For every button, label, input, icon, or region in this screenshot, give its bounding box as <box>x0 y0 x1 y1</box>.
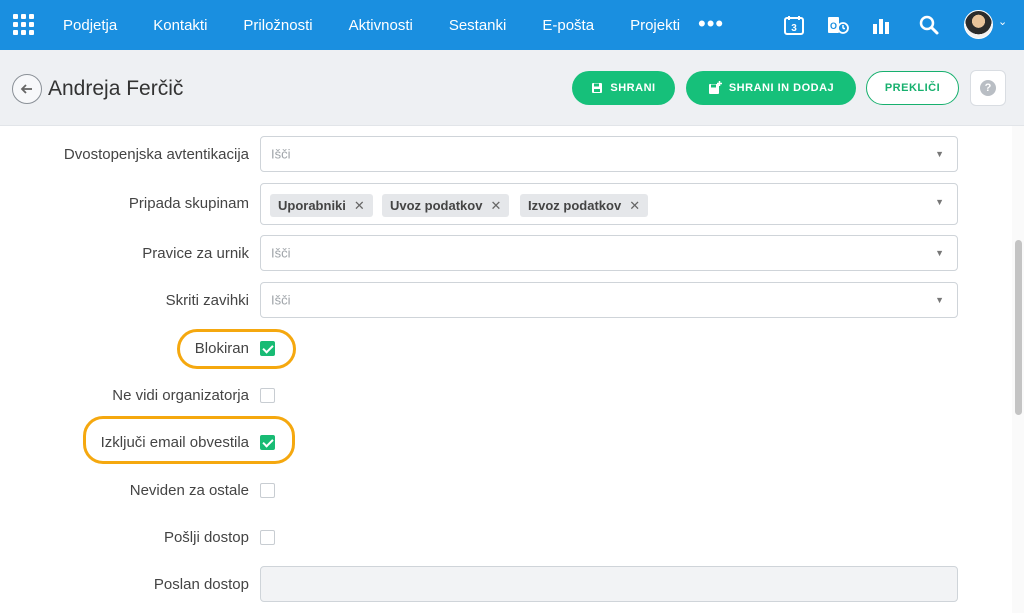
schedule-rights-label: Pravice za urnik <box>142 245 249 262</box>
svg-text:O: O <box>830 21 837 31</box>
disable-email-label: Izključi email obvestila <box>100 434 249 451</box>
chevron-down-icon[interactable]: ⌄ <box>998 15 1007 28</box>
remove-tag-icon[interactable]: ✕ <box>490 198 501 214</box>
cancel-label: PREKLIČI <box>884 82 941 94</box>
nav-menu: Podjetja Kontakti Priložnosti Aktivnosti… <box>63 0 716 50</box>
dropdown-arrow-icon: ▼ <box>935 295 944 305</box>
two-factor-placeholder: Išči <box>271 146 291 162</box>
group-tag-label: Uvoz podatkov <box>390 198 483 213</box>
nav-item-priloznosti[interactable]: Priložnosti <box>243 17 312 34</box>
calendar-icon[interactable]: 3 <box>782 13 806 37</box>
invisible-label: Neviden za ostale <box>129 482 249 499</box>
group-tag-uporabniki: Uporabniki ✕ <box>270 194 373 217</box>
save-label: SHRANI <box>610 82 656 94</box>
schedule-rights-select[interactable]: Išči ▼ <box>260 235 958 271</box>
group-tag-izvoz-podatkov: Izvoz podatkov ✕ <box>520 194 649 217</box>
send-access-checkbox[interactable] <box>260 530 275 545</box>
two-factor-label: Dvostopenjska avtentikacija <box>63 146 249 163</box>
hide-organizer-label: Ne vidi organizatorja <box>112 387 249 404</box>
access-sent-field <box>260 566 958 602</box>
nav-item-sestanki[interactable]: Sestanki <box>449 17 507 34</box>
hidden-tabs-label: Skriti zavihki <box>165 292 249 309</box>
two-factor-select[interactable]: Išči ▼ <box>260 136 958 172</box>
disable-email-checkbox[interactable] <box>260 435 275 450</box>
svg-text:3: 3 <box>791 23 797 34</box>
access-sent-label: Poslan dostop <box>153 576 249 593</box>
apps-grid-icon[interactable] <box>13 14 34 35</box>
help-icon: ? <box>980 80 996 96</box>
hide-organizer-checkbox[interactable] <box>260 388 275 403</box>
save-and-add-label: SHRANI IN DODAJ <box>728 82 835 94</box>
remove-tag-icon[interactable]: ✕ <box>354 198 365 214</box>
scrollbar-thumb[interactable] <box>1015 240 1022 415</box>
group-tag-uvoz-podatkov: Uvoz podatkov ✕ <box>382 194 510 217</box>
hidden-tabs-placeholder: Išči <box>271 292 291 308</box>
save-and-add-button[interactable]: SHRANI IN DODAJ <box>686 71 856 105</box>
nav-item-aktivnosti[interactable]: Aktivnosti <box>349 17 413 34</box>
search-icon[interactable] <box>917 13 941 37</box>
top-navigation: Podjetja Kontakti Priložnosti Aktivnosti… <box>0 0 1024 50</box>
groups-multiselect[interactable]: Uporabniki ✕ Uvoz podatkov ✕ Izvoz podat… <box>260 183 958 225</box>
hidden-tabs-select[interactable]: Išči ▼ <box>260 282 958 318</box>
outlook-sync-icon[interactable]: O <box>826 13 850 37</box>
save-add-icon <box>708 81 722 94</box>
blocked-checkbox[interactable] <box>260 341 275 356</box>
nav-item-projekti[interactable]: Projekti <box>630 17 680 34</box>
send-access-label: Pošlji dostop <box>163 529 249 546</box>
save-icon <box>592 83 603 93</box>
page-title: Andreja Ferčič <box>48 77 184 100</box>
groups-label: Pripada skupinam <box>128 195 249 212</box>
dropdown-arrow-icon: ▼ <box>935 248 944 258</box>
more-menu-icon[interactable]: ••• <box>698 11 724 37</box>
nav-item-kontakti[interactable]: Kontakti <box>153 17 207 34</box>
dropdown-arrow-icon: ▼ <box>935 149 944 159</box>
group-tag-label: Uporabniki <box>278 198 346 213</box>
invisible-checkbox[interactable] <box>260 483 275 498</box>
cancel-button[interactable]: PREKLIČI <box>866 71 959 105</box>
dropdown-arrow-icon: ▼ <box>935 197 944 207</box>
group-tag-label: Izvoz podatkov <box>528 198 622 213</box>
remove-tag-icon[interactable]: ✕ <box>629 198 640 214</box>
back-arrow-icon[interactable] <box>12 74 42 104</box>
nav-item-eposta[interactable]: E-pošta <box>542 17 594 34</box>
nav-item-podjetja[interactable]: Podjetja <box>63 17 117 34</box>
save-button[interactable]: SHRANI <box>572 71 675 105</box>
help-button[interactable]: ? <box>970 70 1006 106</box>
schedule-rights-placeholder: Išči <box>271 245 291 261</box>
reports-icon[interactable] <box>869 13 893 37</box>
blocked-label: Blokiran <box>194 340 249 357</box>
user-avatar[interactable] <box>964 10 993 39</box>
